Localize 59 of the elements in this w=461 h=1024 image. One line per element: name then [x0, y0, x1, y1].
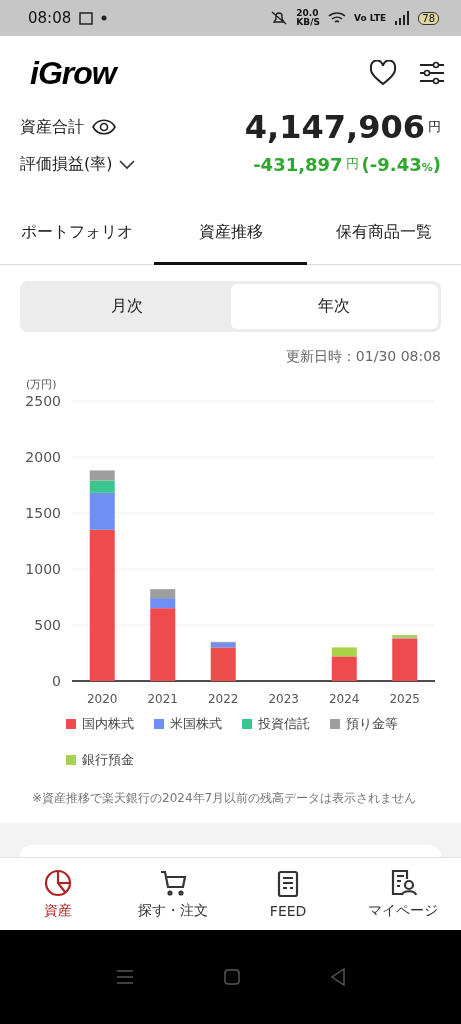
period-option[interactable]: 月次 [23, 284, 231, 329]
pie-chart-icon [42, 868, 73, 898]
clock: 08:08 [28, 9, 72, 27]
period-option[interactable]: 年次 [230, 284, 438, 329]
axis-tick: 1500 [25, 505, 61, 521]
currency-unit: 円 [428, 118, 441, 136]
axis-tick: 500 [34, 617, 61, 633]
settings-icon[interactable] [419, 60, 445, 86]
legend-label: 投資信託 [258, 715, 310, 733]
axis-tick: 1000 [25, 561, 61, 577]
network-speed: 20.0 KB/S [296, 9, 320, 27]
legend-label: 銀行預金 [82, 751, 134, 769]
currency-unit: 円 [345, 155, 359, 173]
app-logo: iGrow [30, 54, 116, 92]
dot-icon [101, 15, 108, 21]
eye-icon[interactable] [92, 119, 116, 135]
tab[interactable]: ポートフォリオ [0, 206, 154, 265]
heart-icon[interactable] [369, 60, 397, 86]
nav-item[interactable]: 探す・注文 [115, 858, 231, 930]
profit-loss-value: -431,897 [253, 153, 343, 175]
axis-unit: (万円) [26, 378, 57, 391]
axis-tick: 2500 [25, 393, 61, 409]
axis-tick: 2023 [268, 692, 299, 706]
legend-swatch [242, 719, 252, 729]
axis-tick: 2021 [147, 692, 178, 706]
home-icon[interactable] [223, 969, 240, 985]
nav-item[interactable]: 資産 [0, 858, 116, 930]
footnote: ※資産推移で楽天銀行の2024年7月以前の残高データは表示されません [31, 790, 418, 805]
network-type: Vo LTE [353, 13, 387, 23]
total-label: 資産合計 [20, 116, 84, 138]
legend-label: 預り金等 [346, 715, 398, 733]
nav-item[interactable]: マイページ [345, 858, 461, 930]
axis-tick: 2025 [389, 692, 420, 706]
axis-tick: 2000 [25, 449, 61, 465]
legend-swatch [66, 755, 76, 765]
legend-swatch [330, 719, 340, 729]
axis-tick: 2024 [329, 692, 360, 706]
tab[interactable]: 保有商品一覧 [307, 206, 461, 265]
bar-segment [89, 470, 115, 481]
axis-tick: 2020 [87, 692, 118, 706]
legend-swatch [66, 719, 76, 729]
legend-label: 米国株式 [170, 715, 222, 733]
updated-time: 更新日時：01/30 08:08 [285, 348, 441, 364]
mute-icon [270, 10, 289, 26]
axis-tick: 0 [52, 673, 61, 689]
bar-segment [150, 589, 176, 599]
wifi-icon [327, 11, 346, 25]
chevron-down-icon[interactable] [118, 158, 137, 170]
total-value: 4,147,906 [244, 112, 425, 142]
profit-loss-label[interactable]: 評価損益(率) [20, 153, 113, 175]
legend-label: 国内株式 [82, 715, 134, 733]
legend-swatch [154, 719, 164, 729]
nav-item[interactable]: FEED [230, 858, 346, 930]
tab[interactable]: 資産推移 [153, 206, 308, 265]
axis-tick: 2022 [208, 692, 239, 706]
signal-icon [394, 11, 411, 25]
profit-loss-rate: (-9.43%) [361, 153, 441, 175]
battery-level: 78 [418, 11, 439, 25]
back-icon[interactable] [329, 968, 346, 986]
